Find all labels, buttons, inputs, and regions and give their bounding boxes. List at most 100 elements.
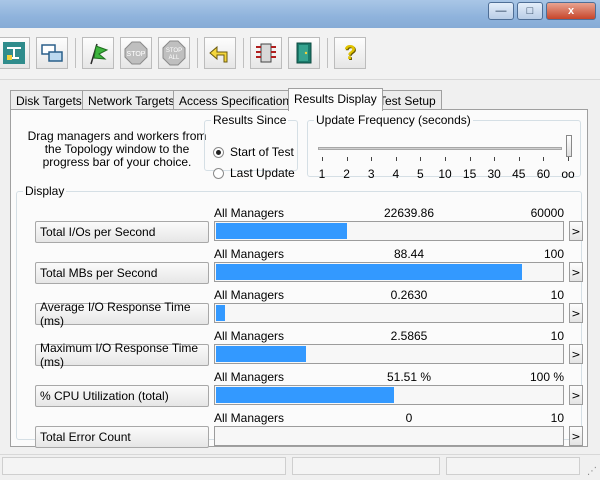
metric-source: All Managers bbox=[214, 370, 285, 384]
metric-select-button[interactable]: % CPU Utilization (total) bbox=[35, 385, 209, 407]
frequency-tick-label: 5 bbox=[417, 167, 424, 181]
stop-all-icon: STOP ALL bbox=[162, 40, 186, 66]
tab-disk-targets[interactable]: Disk Targets bbox=[10, 90, 88, 110]
metric-select-button[interactable]: Total Error Count bbox=[35, 426, 209, 448]
metric-detail-button[interactable]: > bbox=[569, 303, 583, 323]
maximize-button[interactable]: □ bbox=[517, 2, 543, 20]
topology-button[interactable] bbox=[0, 37, 30, 69]
disconnect-button[interactable] bbox=[250, 37, 282, 69]
tab-access-specifications[interactable]: Access Specifications bbox=[173, 90, 302, 110]
metric-value: 22639.86 bbox=[383, 206, 435, 220]
frequency-tick-label: oo bbox=[561, 167, 575, 181]
svg-text:STOP: STOP bbox=[166, 48, 182, 54]
metric-label: Maximum I/O Response Time (ms) bbox=[40, 341, 199, 369]
metric-label: Total Error Count bbox=[40, 430, 131, 444]
frequency-tick-mark bbox=[543, 157, 545, 161]
minimize-button[interactable]: — bbox=[488, 2, 514, 20]
frequency-tick-label: 1 bbox=[318, 167, 326, 181]
update-frequency-legend: Update Frequency (seconds) bbox=[316, 113, 471, 127]
metric-select-button[interactable]: Average I/O Response Time (ms) bbox=[35, 300, 209, 328]
metric-detail-button[interactable]: > bbox=[569, 426, 583, 446]
frequency-tick-mark bbox=[371, 157, 373, 161]
metric-progress-bar[interactable] bbox=[214, 426, 564, 446]
toolbar-separator bbox=[243, 38, 244, 68]
update-frequency-slider-track[interactable] bbox=[318, 147, 562, 150]
start-test-button[interactable] bbox=[82, 37, 114, 69]
status-cell-secondary bbox=[292, 457, 440, 475]
metric-progress-bar[interactable] bbox=[214, 344, 564, 364]
new-worker-button[interactable] bbox=[36, 37, 68, 69]
metric-select-button[interactable]: Total MBs per Second bbox=[35, 262, 209, 284]
tab-network-targets[interactable]: Network Targets bbox=[82, 90, 181, 110]
frequency-tick-label: 10 bbox=[438, 167, 452, 181]
frequency-tick-mark bbox=[346, 157, 348, 161]
chevron-right-icon: > bbox=[571, 347, 581, 361]
radio-last-update[interactable]: Last Update bbox=[213, 166, 295, 180]
metric-max: 10 bbox=[550, 329, 564, 343]
metric-progress-bar[interactable] bbox=[214, 221, 564, 241]
frequency-tick-label: 3 bbox=[367, 167, 375, 181]
metric-label: % CPU Utilization (total) bbox=[40, 389, 169, 403]
metric-value: 0.2630 bbox=[390, 288, 428, 302]
metric-progress-bar[interactable] bbox=[214, 385, 564, 405]
chevron-right-icon: > bbox=[571, 306, 581, 320]
frequency-tick-label: 30 bbox=[487, 167, 501, 181]
frequency-tick-mark bbox=[322, 157, 323, 161]
tab-test-setup[interactable]: Test Setup bbox=[373, 90, 442, 110]
metric-select-button[interactable]: Total I/Os per Second bbox=[35, 221, 209, 243]
metric-max: 10 bbox=[550, 411, 564, 425]
metric-header: All Managers 22639.86 60000 bbox=[214, 206, 564, 220]
metric-label: Total I/Os per Second bbox=[40, 225, 156, 239]
toolbar: STOP STOP ALL ? bbox=[0, 28, 600, 80]
metric-max: 100 % bbox=[529, 370, 564, 384]
chevron-right-icon: > bbox=[571, 265, 581, 279]
metric-source: All Managers bbox=[214, 206, 285, 220]
results-display-panel: Drag managers and workers from the Topol… bbox=[10, 109, 588, 448]
stop-button[interactable]: STOP bbox=[120, 37, 152, 69]
close-button[interactable]: x bbox=[546, 2, 596, 20]
status-bar: ⋰ bbox=[0, 454, 600, 480]
update-frequency-slider-thumb[interactable] bbox=[566, 135, 572, 157]
network-topology-icon bbox=[3, 42, 25, 64]
frequency-tick-mark bbox=[518, 157, 520, 161]
resize-grip-icon[interactable]: ⋰ bbox=[587, 466, 597, 477]
metric-progress-bar[interactable] bbox=[214, 262, 564, 282]
toolbar-separator bbox=[197, 38, 198, 68]
frequency-tick-mark bbox=[395, 157, 397, 161]
metric-source: All Managers bbox=[214, 247, 285, 261]
metric-progress-fill bbox=[216, 264, 522, 280]
metric-value: 51.51 % bbox=[386, 370, 432, 384]
back-arrow-icon bbox=[209, 45, 228, 63]
tab-results-display[interactable]: Results Display bbox=[288, 88, 383, 111]
reset-workers-button[interactable] bbox=[204, 37, 236, 69]
metric-detail-button[interactable]: > bbox=[569, 385, 583, 405]
metric-header: All Managers 88.44 100 bbox=[214, 247, 564, 261]
help-button[interactable]: ? bbox=[334, 37, 366, 69]
metric-label: Total MBs per Second bbox=[40, 266, 158, 280]
metric-value: 2.5865 bbox=[390, 329, 428, 343]
metric-progress-fill bbox=[216, 387, 395, 403]
stop-all-button[interactable]: STOP ALL bbox=[158, 37, 190, 69]
metric-progress-fill bbox=[216, 305, 226, 321]
status-cell-tertiary bbox=[446, 457, 580, 475]
metric-header: All Managers 2.5865 10 bbox=[214, 329, 564, 343]
title-bar: — □ x bbox=[0, 0, 600, 28]
frequency-tick-label: 60 bbox=[536, 167, 551, 181]
display-legend: Display bbox=[25, 184, 65, 198]
radio-start-of-test[interactable]: Start of Test bbox=[213, 145, 294, 159]
metric-label: Average I/O Response Time (ms) bbox=[40, 300, 191, 328]
metric-detail-button[interactable]: > bbox=[569, 344, 583, 364]
exit-door-icon bbox=[296, 42, 312, 64]
metric-detail-button[interactable]: > bbox=[569, 262, 583, 282]
metric-detail-button[interactable]: > bbox=[569, 221, 583, 241]
frequency-tick-label: 15 bbox=[462, 167, 477, 181]
metric-select-button[interactable]: Maximum I/O Response Time (ms) bbox=[35, 341, 209, 369]
status-cell-main bbox=[2, 457, 286, 475]
metric-max: 60000 bbox=[530, 206, 564, 220]
green-flag-icon bbox=[90, 43, 109, 65]
frequency-tick-mark bbox=[568, 157, 569, 161]
exit-button[interactable] bbox=[288, 37, 320, 69]
drag-hint-text: Drag managers and workers from the Topol… bbox=[27, 129, 207, 169]
metric-progress-bar[interactable] bbox=[214, 303, 564, 323]
results-since-legend: Results Since bbox=[213, 113, 287, 127]
